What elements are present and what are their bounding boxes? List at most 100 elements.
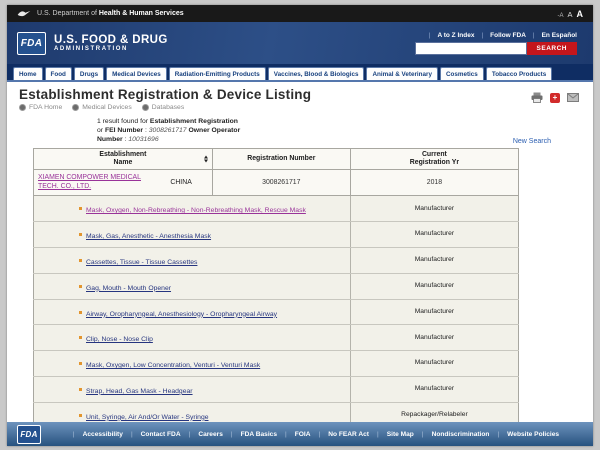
browser-page: U.S. Department of Health & Human Servic… [7,5,593,446]
header-links: A to Z IndexFollow FDAEn Español [422,32,577,39]
sort-icon[interactable] [204,155,208,162]
device-row: Mask, Oxygen, Non-Rebreathing - Non-Rebr… [34,196,519,222]
footer-link[interactable]: Site Map [369,431,414,438]
results-table: Establishment Name Registration Number C… [33,148,519,422]
breadcrumb-label: FDA Home [29,104,62,111]
bullet-icon [79,259,82,262]
device-row: Unit, Syringe, Air And/Or Water - Syring… [34,402,519,422]
page-action-icons: + [531,92,579,103]
site-header: FDA U.S. FOOD & DRUG ADMINISTRATION A to… [7,22,593,64]
device-row: Mask, Gas, Anesthetic - Anesthesia Mask … [34,222,519,248]
font-medium-button[interactable]: A [567,10,572,19]
footer-link[interactable]: Accessibility [65,431,123,438]
device-row: Strap, Head, Gas Mask - Headgear Manufac… [34,376,519,402]
device-link[interactable]: Gag, Mouth - Mouth Opener [86,285,171,292]
footer-fda-logo[interactable]: FDA [17,425,41,444]
device-link[interactable]: Airway, Oropharyngeal, Anesthesiology - … [86,311,277,318]
footer-link[interactable]: Nondiscrimination [414,431,490,438]
device-row: Airway, Oropharyngeal, Anesthesiology - … [34,299,519,325]
table-header-row: Establishment Name Registration Number C… [34,148,519,170]
footer-link[interactable]: Website Policies [489,431,559,438]
page-title: Establishment Registration & Device List… [19,87,579,102]
nav-tab[interactable]: Animal & Veterinary [366,67,438,80]
header-search: SEARCH [415,42,577,55]
bullet-icon [79,311,82,314]
bullet-icon [79,362,82,365]
breadcrumb-item[interactable]: Medical Devices [72,104,131,111]
footer-link[interactable]: FOIA [277,431,310,438]
registration-type: Manufacturer [350,376,518,402]
nav-tab[interactable]: Medical Devices [106,67,167,80]
bullet-icon [79,207,82,210]
footer-link[interactable]: No FEAR Act [310,431,369,438]
nav-tab[interactable]: Radiation-Emitting Products [169,67,266,80]
font-resize-controls: -A A A [557,9,583,19]
email-icon[interactable] [567,93,579,102]
device-link[interactable]: Cassettes, Tissue - Tissue Cassettes [86,259,197,266]
header-link[interactable]: A to Z Index [422,32,475,39]
share-icon[interactable]: + [550,93,560,103]
hhs-bar: U.S. Department of Health & Human Servic… [7,5,593,22]
main-nav: HomeFoodDrugsMedical DevicesRadiation-Em… [7,64,593,80]
device-link[interactable]: Clip, Nose - Nose Clip [86,336,153,343]
bullet-icon [79,285,82,288]
header-link[interactable]: En Español [526,32,577,39]
registration-type: Manufacturer [350,247,518,273]
device-link[interactable]: Mask, Oxygen, Low Concentration, Venturi… [86,362,260,369]
bullet-icon [79,336,82,339]
device-rows: Mask, Oxygen, Non-Rebreathing - Non-Rebr… [34,196,519,422]
registration-year-value: 2018 [350,170,518,196]
print-icon[interactable] [531,92,543,103]
header-establishment-name[interactable]: Establishment Name [34,148,213,170]
search-button[interactable]: SEARCH [527,42,577,55]
breadcrumb-item[interactable]: Databases [142,104,185,111]
font-larger-button[interactable]: A [577,9,584,19]
nav-tab[interactable]: Cosmetics [440,67,484,80]
establishment-link[interactable]: XIAMEN COMPOWER MEDICAL TECH. CO., LTD. [38,174,142,191]
device-link[interactable]: Strap, Head, Gas Mask - Headgear [86,388,193,395]
device-row: Clip, Nose - Nose Clip Manufacturer [34,325,519,351]
result-summary: 1 result found for Establishment Registr… [97,117,240,145]
hhs-eagle-icon [17,9,31,18]
nav-tab[interactable]: Tobacco Products [486,67,552,80]
device-row: Gag, Mouth - Mouth Opener Manufacturer [34,273,519,299]
device-row: Mask, Oxygen, Low Concentration, Venturi… [34,351,519,377]
bullet-icon [79,388,82,391]
breadcrumb-bullet-icon [19,104,26,111]
footer-link[interactable]: FDA Basics [223,431,277,438]
device-link[interactable]: Mask, Oxygen, Non-Rebreathing - Non-Rebr… [86,207,306,214]
device-link[interactable]: Unit, Syringe, Air And/Or Water - Syring… [86,414,209,421]
registration-type: Manufacturer [350,273,518,299]
brand-line2: ADMINISTRATION [54,46,168,52]
registration-type: Manufacturer [350,299,518,325]
footer-links: AccessibilityContact FDACareersFDA Basic… [41,431,583,438]
breadcrumb-label: Medical Devices [82,104,131,111]
registration-type: Manufacturer [350,196,518,222]
breadcrumb-bullet-icon [142,104,149,111]
brand-line1: U.S. FOOD & DRUG [54,34,168,46]
device-link[interactable]: Mask, Gas, Anesthetic - Anesthesia Mask [86,233,211,240]
site-footer: FDA AccessibilityContact FDACareersFDA B… [7,422,593,446]
search-input[interactable] [415,42,527,55]
registration-type: Manufacturer [350,325,518,351]
footer-link[interactable]: Careers [181,431,223,438]
nav-tab[interactable]: Home [13,67,43,80]
establishment-row: XIAMEN COMPOWER MEDICAL TECH. CO., LTD. … [34,170,519,196]
establishment-country: CHINA [170,179,191,186]
font-smaller-button[interactable]: -A [557,13,563,19]
header-link[interactable]: Follow FDA [474,32,525,39]
breadcrumb-item[interactable]: FDA Home [19,104,62,111]
hhs-dept-label[interactable]: U.S. Department of Health & Human Servic… [37,10,184,17]
new-search-link[interactable]: New Search [513,138,551,145]
fda-logo[interactable]: FDA [17,32,46,55]
nav-tab[interactable]: Vaccines, Blood & Biologics [268,67,365,80]
registration-number-value: 3008261717 [212,170,350,196]
footer-link[interactable]: Contact FDA [123,431,181,438]
registration-type: Manufacturer [350,222,518,248]
header-registration-year: Current Registration Yr [350,148,518,170]
nav-tab[interactable]: Food [45,67,72,80]
header-right: A to Z IndexFollow FDAEn Español SEARCH [415,32,577,55]
site-brand: U.S. FOOD & DRUG ADMINISTRATION [54,34,168,52]
nav-tab[interactable]: Drugs [74,67,104,80]
breadcrumb-label: Databases [152,104,185,111]
